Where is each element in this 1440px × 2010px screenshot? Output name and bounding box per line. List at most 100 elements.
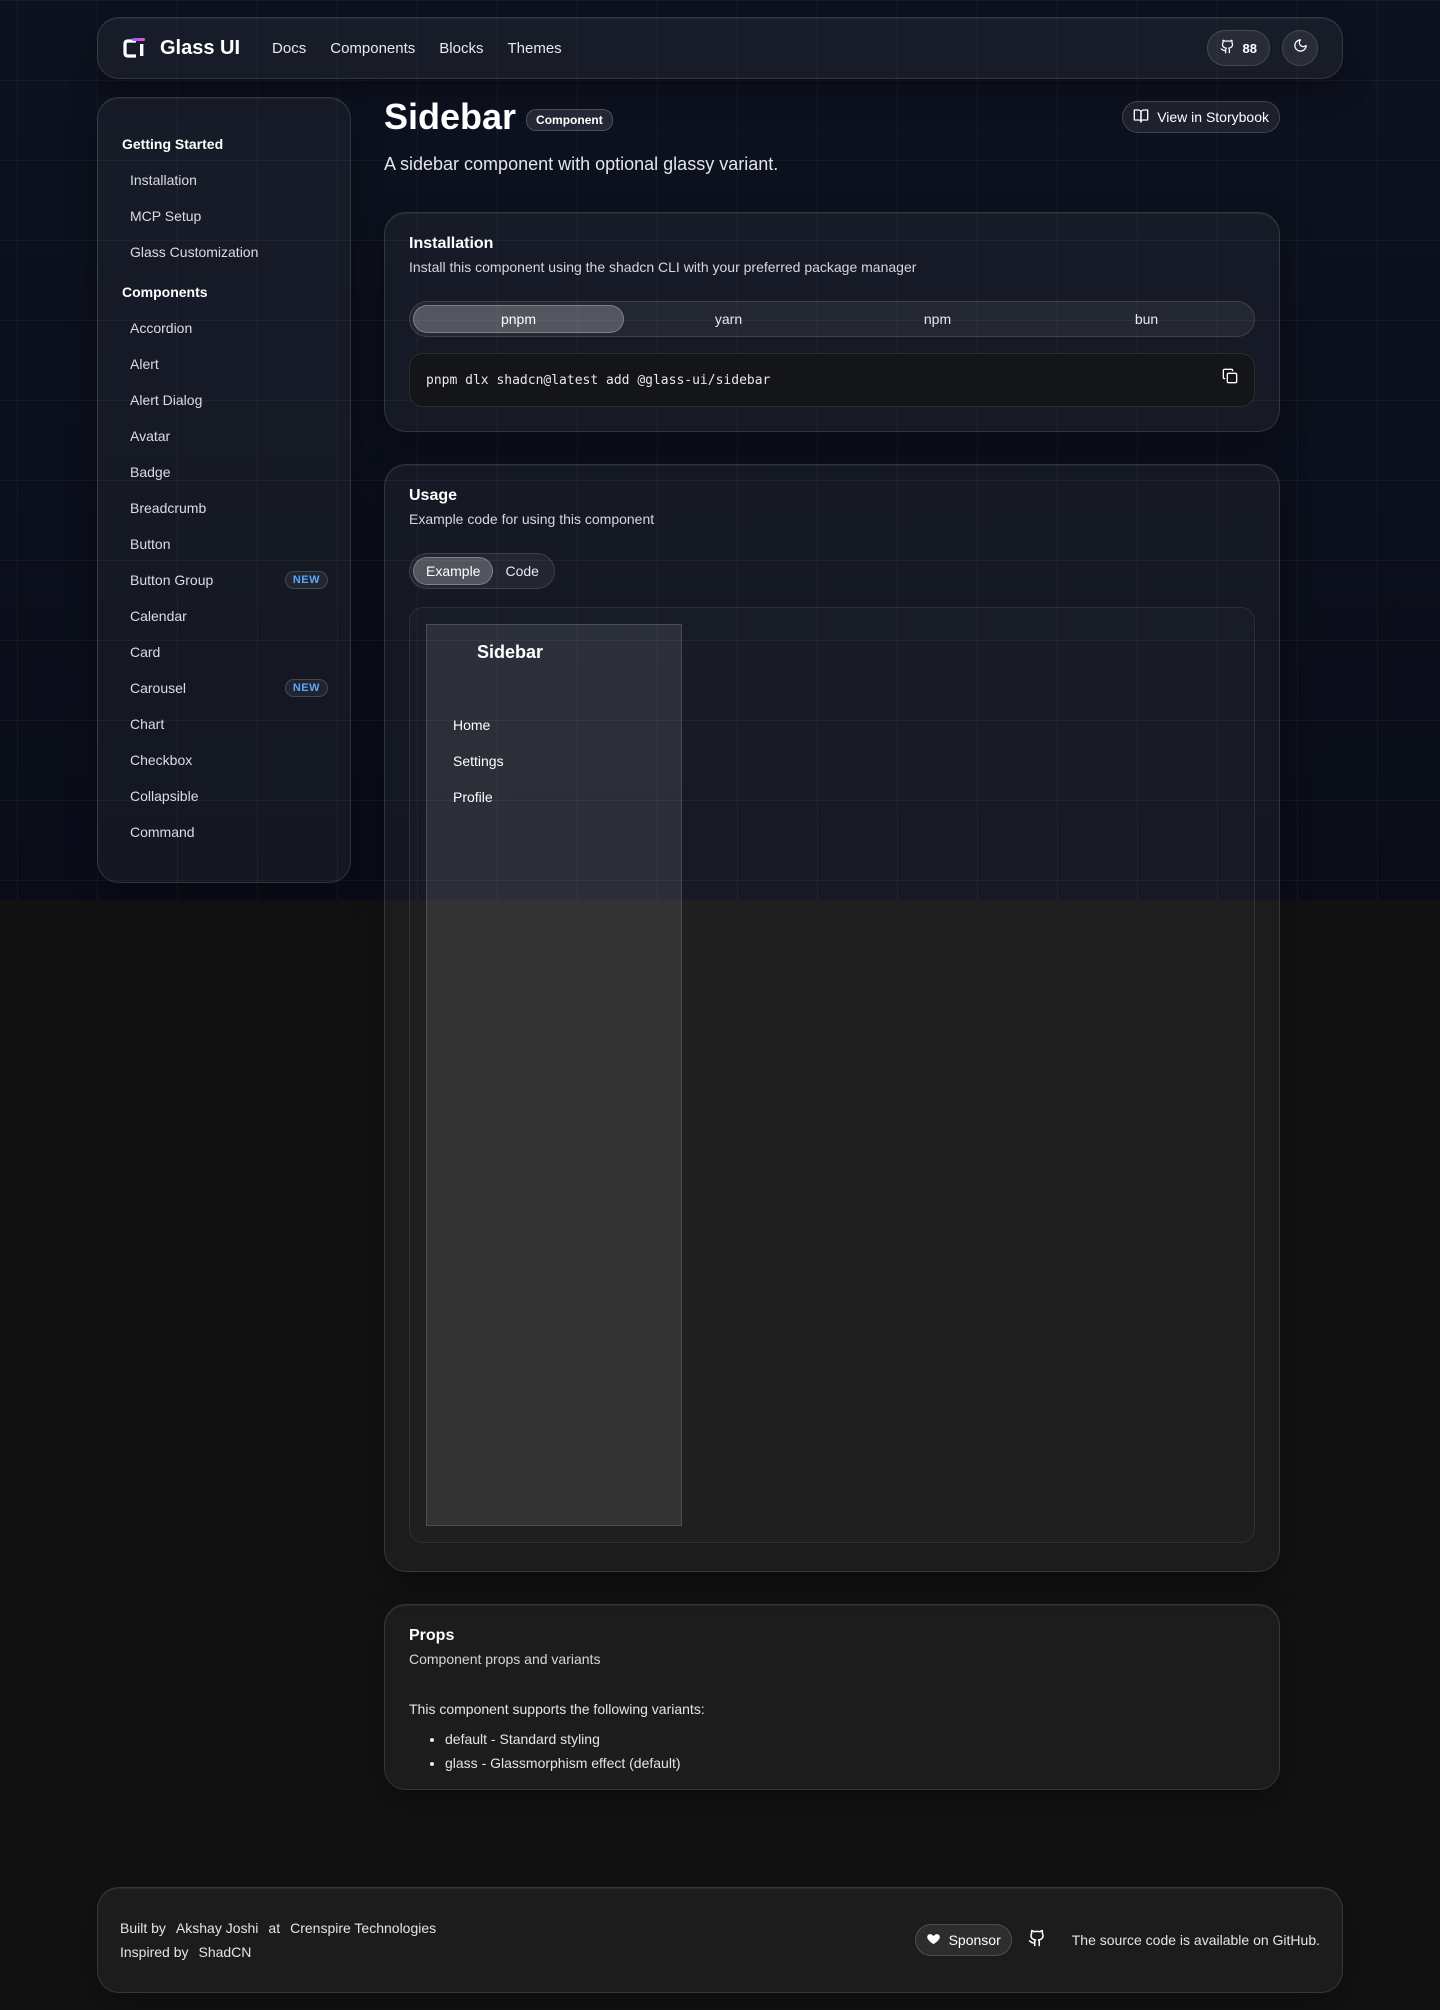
docs-sidebar: Getting Started Installation MCP Setup G… (97, 97, 351, 883)
usage-card: Usage Example code for using this compon… (384, 464, 1280, 1572)
github-icon[interactable] (1028, 1929, 1046, 1952)
tab-code[interactable]: Code (493, 557, 550, 585)
sidebar-group-getting-started: Getting Started Installation MCP Setup G… (122, 136, 326, 270)
demo-item-settings[interactable]: Settings (453, 743, 655, 779)
copy-icon[interactable] (1222, 368, 1238, 388)
sidebar-group-components: Components Accordion Alert Alert Dialog … (122, 284, 328, 850)
installation-title: Installation (409, 235, 494, 252)
package-manager-tabs: pnpm yarn npm bun (409, 301, 1255, 337)
sidebar-item-collapsible[interactable]: Collapsible (122, 778, 326, 814)
built-by-text: Built by (120, 1920, 166, 1936)
usage-subtitle: Example code for using this component (409, 511, 655, 527)
moon-icon (1293, 38, 1308, 58)
variants-list: default - Standard styling glass - Glass… (409, 1727, 1255, 1775)
sidebar-item-card[interactable]: Card (122, 634, 326, 670)
example-preview: Sidebar Home Settings Profile (409, 607, 1255, 1543)
install-command-box: pnpm dlx shadcn@latest add @glass-ui/sid… (409, 353, 1255, 407)
sidebar-item-command[interactable]: Command (122, 814, 326, 850)
sidebar-group-title: Getting Started (122, 136, 224, 152)
install-command: pnpm dlx shadcn@latest add @glass-ui/sid… (426, 372, 771, 388)
variant-default: default - Standard styling (445, 1727, 1255, 1751)
sidebar-group-title: Components (122, 284, 208, 300)
github-icon (1220, 39, 1235, 57)
page-description: A sidebar component with optional glassy… (384, 154, 779, 174)
footer-credits: Built by Akshay Joshi at Crenspire Technolo… (120, 1916, 436, 1964)
props-subtitle: Component props and variants (409, 1651, 601, 1667)
shadcn-link[interactable]: ShadCN (198, 1944, 251, 1960)
demo-sidebar-title: Sidebar (477, 642, 544, 662)
usage-tabs: Example Code (409, 553, 555, 589)
sidebar-item-breadcrumb[interactable]: Breadcrumb (122, 490, 326, 526)
new-badge: NEW (284, 679, 328, 697)
sidebar-item-glass-customization[interactable]: Glass Customization (122, 234, 326, 270)
nav-blocks[interactable]: Blocks (439, 40, 483, 57)
sidebar-item-label: Carousel (130, 680, 187, 696)
book-open-icon (1133, 108, 1149, 127)
sidebar-item-button-group[interactable]: Button Group NEW (122, 562, 328, 598)
variant-glass: glass - Glassmorphism effect (default) (445, 1751, 1255, 1775)
demo-sidebar-menu: Home Settings Profile (453, 707, 655, 815)
sidebar-item-label: Collapsible (130, 788, 199, 804)
page-header: Sidebar Component View in Storybook (384, 96, 1280, 138)
tab-npm[interactable]: npm (833, 305, 1042, 333)
sidebar-item-calendar[interactable]: Calendar (122, 598, 326, 634)
sponsor-button[interactable]: Sponsor (914, 1924, 1012, 1956)
sidebar-item-avatar[interactable]: Avatar (122, 418, 326, 454)
footer: Built by Akshay Joshi at Crenspire Technolo… (97, 1887, 1343, 1993)
sidebar-item-mcp-setup[interactable]: MCP Setup (122, 198, 326, 234)
logo[interactable]: Glass UI (122, 35, 240, 61)
sidebar-item-installation[interactable]: Installation (122, 162, 326, 198)
page-title: Sidebar (384, 96, 517, 137)
nav-docs[interactable]: Docs (272, 40, 306, 57)
tab-yarn[interactable]: yarn (624, 305, 833, 333)
view-in-storybook-button[interactable]: View in Storybook (1122, 101, 1280, 133)
header-actions: 88 (1206, 30, 1318, 66)
props-card: Props Component props and variants This … (384, 1604, 1280, 1790)
sidebar-item-label: Command (130, 824, 195, 840)
demo-item-home[interactable]: Home (453, 707, 655, 743)
author-link[interactable]: Akshay Joshi (176, 1920, 258, 1936)
footer-actions: Sponsor The source code is available on … (914, 1924, 1320, 1956)
sidebar-item-chart[interactable]: Chart (122, 706, 326, 742)
sidebar-item-carousel[interactable]: Carousel NEW (122, 670, 328, 706)
github-source-text: The source code is available on GitHub. (1071, 1932, 1320, 1948)
nav-components[interactable]: Components (330, 40, 415, 57)
sponsor-label: Sponsor (948, 1932, 1001, 1948)
sidebar-item-alert-dialog[interactable]: Alert Dialog (122, 382, 326, 418)
usage-title: Usage (409, 487, 458, 504)
sidebar-item-label: Avatar (130, 428, 171, 444)
storybook-label: View in Storybook (1157, 109, 1269, 125)
sidebar-item-label: Checkbox (130, 752, 193, 768)
sidebar-item-accordion[interactable]: Accordion (122, 310, 326, 346)
installation-subtitle: Install this component using the shadcn … (409, 259, 917, 275)
sidebar-item-label: Chart (130, 716, 165, 732)
sidebar-item-label: Installation (130, 172, 197, 188)
tab-example[interactable]: Example (413, 557, 494, 585)
sidebar-item-label: MCP Setup (130, 208, 202, 224)
company-link[interactable]: Crenspire Technologies (290, 1920, 436, 1936)
sidebar-item-badge[interactable]: Badge (122, 454, 326, 490)
sidebar-item-label: Accordion (130, 320, 193, 336)
sidebar-item-label: Badge (130, 464, 171, 480)
new-badge: NEW (284, 571, 328, 589)
theme-toggle-button[interactable] (1282, 30, 1318, 66)
props-intro: This component supports the following va… (409, 1701, 705, 1717)
github-stars-button[interactable]: 88 (1206, 30, 1270, 66)
heart-icon (926, 1931, 941, 1949)
component-badge: Component (526, 109, 613, 131)
sidebar-item-label: Breadcrumb (130, 500, 207, 516)
tab-pnpm[interactable]: pnpm (413, 305, 624, 333)
sidebar-item-label: Button Group (130, 572, 214, 588)
top-navbar: Glass UI Docs Components Blocks Themes 8… (97, 17, 1343, 79)
demo-sidebar: Sidebar Home Settings Profile (426, 624, 682, 1526)
logo-mark-icon (122, 35, 148, 61)
sidebar-item-label: Card (130, 644, 161, 660)
sidebar-item-alert[interactable]: Alert (122, 346, 326, 382)
sidebar-item-label: Alert (130, 356, 159, 372)
tab-bun[interactable]: bun (1042, 305, 1251, 333)
nav-themes[interactable]: Themes (507, 40, 561, 57)
sidebar-item-checkbox[interactable]: Checkbox (122, 742, 326, 778)
sidebar-item-label: Calendar (130, 608, 187, 624)
sidebar-item-button[interactable]: Button (122, 526, 326, 562)
demo-item-profile[interactable]: Profile (453, 779, 655, 815)
